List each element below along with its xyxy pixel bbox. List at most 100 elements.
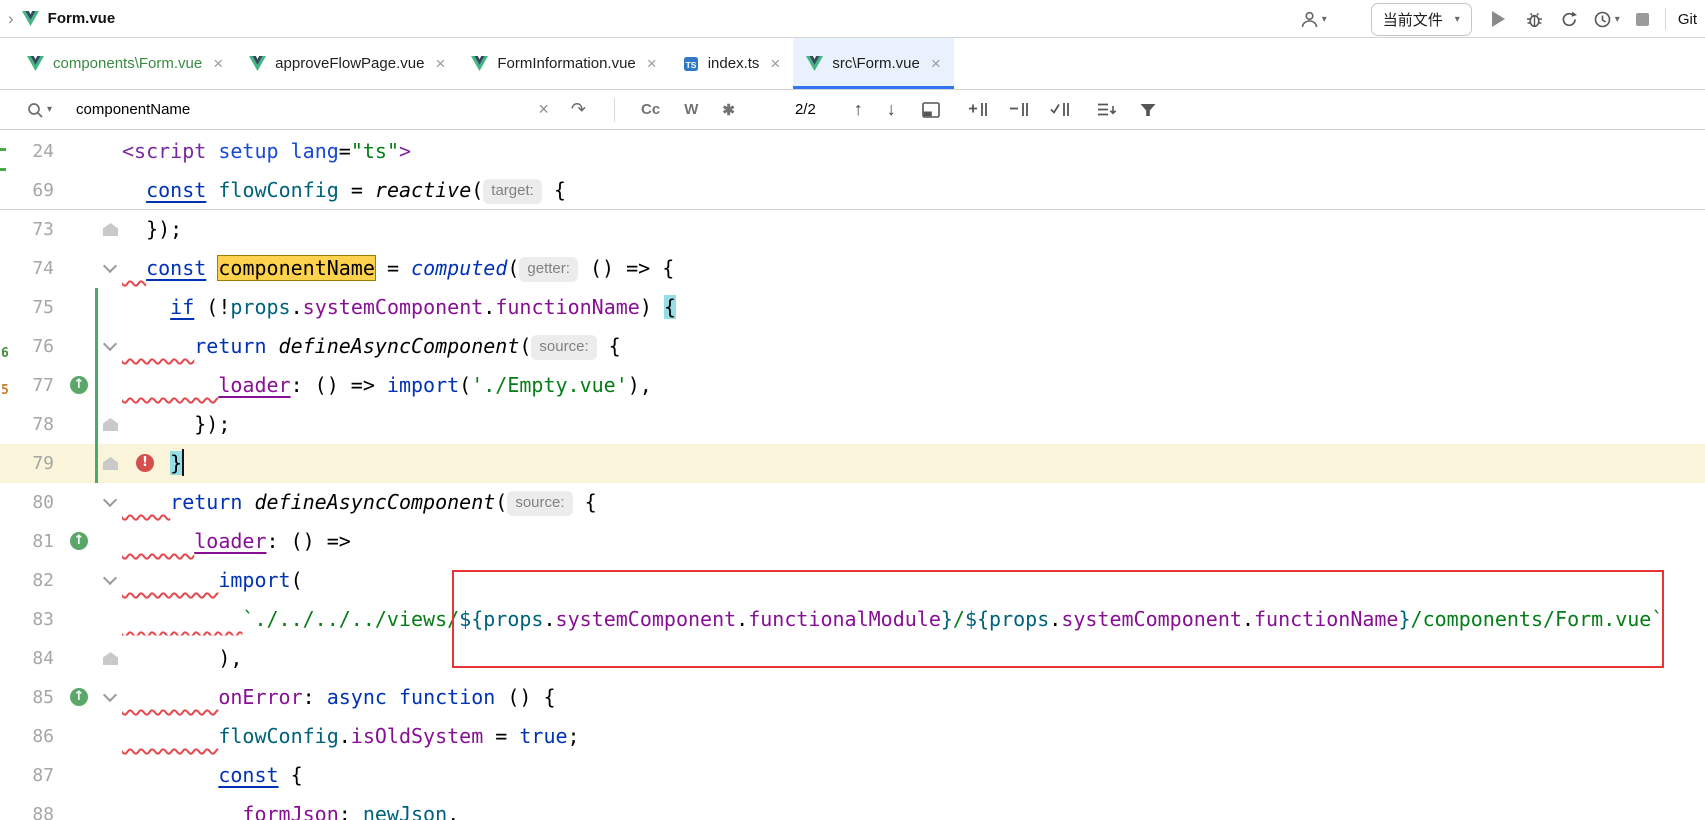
line-number[interactable]: 78 <box>0 405 54 444</box>
rerun-icon[interactable] <box>1560 10 1579 29</box>
select-all-occurrences-icon[interactable] <box>1050 101 1071 118</box>
editor-line-24[interactable]: 24<script setup lang="ts"> <box>0 132 1705 171</box>
match-case-toggle[interactable]: Cc <box>641 101 660 118</box>
editor-line-79[interactable]: 79! } <box>0 444 1705 483</box>
nav-chevron-icon[interactable]: › <box>8 9 14 29</box>
code-token: computed <box>411 256 507 280</box>
code-token: isOldSystem <box>351 724 483 748</box>
tab-close-icon[interactable]: × <box>645 55 657 72</box>
user-account-button[interactable]: ▾ <box>1300 10 1327 29</box>
more-options-icon[interactable] <box>1097 101 1117 118</box>
ts-file-icon: TS <box>683 56 699 72</box>
line-number[interactable]: 69 <box>0 171 54 210</box>
line-number[interactable]: 84 <box>0 639 54 678</box>
code-token <box>122 724 218 748</box>
fold-icon[interactable] <box>103 259 117 273</box>
run-config-label: 当前文件 <box>1383 9 1443 30</box>
run-config-dropdown[interactable]: 当前文件 ▾ <box>1371 3 1472 36</box>
code-token: newJson <box>363 802 447 820</box>
editor-line-81[interactable]: 81↑ loader: () => <box>0 522 1705 561</box>
line-number[interactable]: 79 <box>0 444 54 483</box>
line-number[interactable]: 75 <box>0 288 54 327</box>
git-menu[interactable]: Git <box>1678 11 1697 28</box>
editor-line-78[interactable]: 78 }); <box>0 405 1705 444</box>
fold-icon[interactable] <box>103 688 117 702</box>
caret <box>182 449 184 476</box>
tab-close-icon[interactable]: × <box>433 55 445 72</box>
line-number[interactable]: 80 <box>0 483 54 522</box>
line-number[interactable]: 86 <box>0 717 54 756</box>
toolbar-divider <box>1665 8 1666 30</box>
debug-bug-icon[interactable] <box>1525 10 1544 29</box>
tab-close-icon[interactable]: × <box>768 55 780 72</box>
line-number[interactable]: 87 <box>0 756 54 795</box>
fold-end-icon[interactable] <box>103 418 118 431</box>
tab-forminformation-vue[interactable]: FormInformation.vue × <box>458 38 669 89</box>
svg-text:TS: TS <box>685 60 696 70</box>
search-input[interactable]: ▾ componentName × ↷ <box>26 99 600 120</box>
search-icon[interactable] <box>26 101 44 119</box>
editor-line-80[interactable]: 80 return defineAsyncComponent(source: { <box>0 483 1705 522</box>
insert-newline-icon[interactable]: ↷ <box>571 99 586 120</box>
implements-icon[interactable]: ↑ <box>70 376 88 394</box>
code-token <box>122 763 218 787</box>
line-number[interactable]: 82 <box>0 561 54 600</box>
tab-close-icon[interactable]: × <box>929 55 941 72</box>
editor-line-73[interactable]: 73 }); <box>0 210 1705 249</box>
remove-occurrence-icon[interactable] <box>1009 101 1030 118</box>
clear-search-icon[interactable]: × <box>538 99 549 120</box>
tab-label: FormInformation.vue <box>497 55 635 72</box>
code-token: : <box>339 802 363 820</box>
stop-button[interactable] <box>1636 13 1649 26</box>
words-toggle[interactable]: W <box>684 101 698 118</box>
code-token <box>122 295 170 319</box>
add-occurrence-icon[interactable] <box>968 101 989 118</box>
fold-end-icon[interactable] <box>103 652 118 665</box>
fold-end-icon[interactable] <box>103 223 118 236</box>
tab-close-icon[interactable]: × <box>211 55 223 72</box>
line-number[interactable]: 74 <box>0 249 54 288</box>
fold-icon[interactable] <box>103 571 117 585</box>
code-token: { <box>279 763 303 787</box>
editor-line-75[interactable]: 75 if (!props.systemComponent.functionNa… <box>0 288 1705 327</box>
editor-line-87[interactable]: 87 const { <box>0 756 1705 795</box>
editor-line-76[interactable]: 76 return defineAsyncComponent(source: { <box>0 327 1705 366</box>
editor-line-86[interactable]: 86 flowConfig.isOldSystem = true; <box>0 717 1705 756</box>
tab-src-form-vue[interactable]: src\Form.vue× <box>793 38 953 89</box>
line-number[interactable]: 83 <box>0 600 54 639</box>
open-in-tool-window-icon[interactable] <box>922 102 940 118</box>
editor[interactable]: 24<script setup lang="ts">69 const flowC… <box>0 130 1705 820</box>
implements-icon[interactable]: ↑ <box>70 532 88 550</box>
fold-icon[interactable] <box>103 493 117 507</box>
tab-index-ts[interactable]: TSindex.ts× <box>670 38 794 89</box>
line-number[interactable]: 24 <box>0 132 54 171</box>
editor-line-74[interactable]: 74 const componentName = computed(getter… <box>0 249 1705 288</box>
run-button[interactable] <box>1492 11 1505 27</box>
tab-components-form-vue[interactable]: components\Form.vue× <box>14 38 236 89</box>
implements-icon[interactable]: ↑ <box>70 688 88 706</box>
editor-line-88[interactable]: 88 formJson: newJson, <box>0 795 1705 820</box>
regex-toggle[interactable]: ✱ <box>722 101 735 119</box>
search-history-chevron-icon[interactable]: ▾ <box>47 104 52 115</box>
next-match-button[interactable]: ↓ <box>887 99 896 120</box>
line-number[interactable]: 73 <box>0 210 54 249</box>
inlay-hint: source: <box>507 491 572 516</box>
code-token: './Empty.vue' <box>471 373 628 397</box>
code-token: flowConfig <box>218 724 338 748</box>
filter-icon[interactable] <box>1139 102 1157 118</box>
fold-icon[interactable] <box>103 337 117 351</box>
matched-brace-highlight: } <box>170 451 182 475</box>
editor-line-85[interactable]: 85↑ onError: async function () { <box>0 678 1705 717</box>
fold-end-icon[interactable] <box>103 457 118 470</box>
line-number[interactable]: 88 <box>0 795 54 820</box>
line-number[interactable]: 81 <box>0 522 54 561</box>
history-dropdown[interactable]: ▾ <box>1593 10 1620 29</box>
line-number[interactable]: 85 <box>0 678 54 717</box>
previous-match-button[interactable]: ↑ <box>854 99 863 120</box>
editor-line-69[interactable]: 69 const flowConfig = reactive(target: { <box>0 171 1705 210</box>
search-match-highlight: componentName <box>218 256 375 280</box>
tab-approveflowpage-vue[interactable]: approveFlowPage.vue× <box>236 38 458 89</box>
vcs-change-bar[interactable] <box>95 288 98 483</box>
find-bar: ▾ componentName × ↷ Cc W ✱ 2/2 ↑ ↓ <box>0 90 1705 130</box>
editor-line-77[interactable]: 77↑ loader: () => import('./Empty.vue'), <box>0 366 1705 405</box>
